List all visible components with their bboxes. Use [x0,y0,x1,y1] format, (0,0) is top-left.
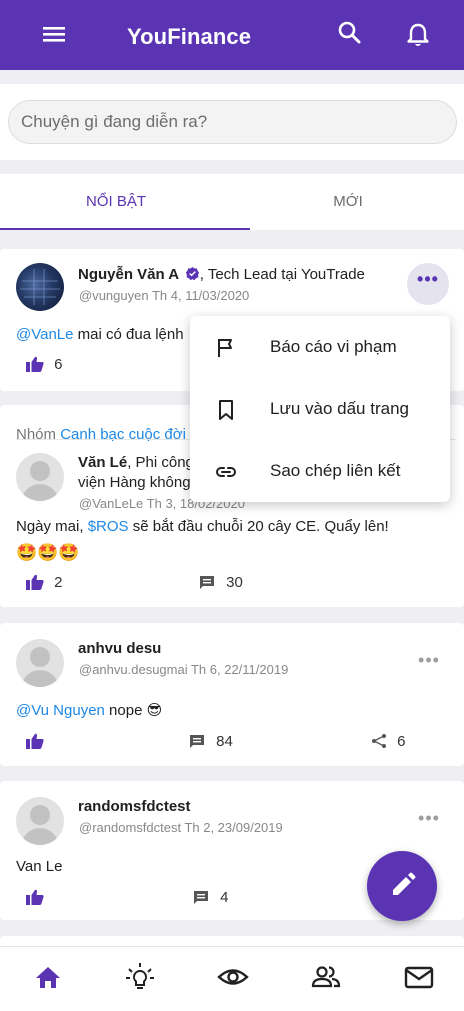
post-text-after: sẽ bắt đầu chuỗi 20 cây CE. Quẩy lên! [128,518,389,535]
notifications-button[interactable] [403,20,433,50]
emoji-row: 🤩🤩🤩 [16,543,80,562]
nav-ideas[interactable] [124,961,156,993]
comment-count: 84 [216,733,233,750]
post-options-menu: Báo cáo vi phạm Lưu vào dấu trang Sao ch… [190,316,450,502]
thumbs-up-icon [26,889,44,905]
post-handle-date: @randomsfdctest Th 2, 23/09/2019 [79,820,283,835]
active-tab-indicator [0,228,250,230]
post-body: @Vu Nguyen nope 😎 [16,701,162,719]
author-name[interactable]: randomsfdctest [78,798,191,815]
more-options-button[interactable]: ••• [414,809,444,831]
compose-post-button[interactable] [367,851,437,921]
comment-icon [200,576,214,589]
thumbs-up-icon [26,733,44,749]
mention-link[interactable]: @Vu Nguyen [16,702,105,719]
share-count: 6 [397,733,406,750]
home-icon [36,967,60,988]
author-role-line2: viện Hàng không [78,474,191,491]
nav-people[interactable] [310,961,342,993]
app-title: YouFinance [127,24,252,49]
post-author[interactable]: Văn Lé, Phi công [78,454,194,471]
like-button[interactable] [26,889,44,906]
group-prefix: Nhóm [16,426,61,443]
feed-tabs: NỔI BẬT MỚI [0,174,464,230]
mail-icon [404,966,434,989]
nav-messages[interactable] [403,961,435,993]
menu-button[interactable] [40,20,70,50]
comment-icon [190,735,204,748]
bottom-navigation [0,946,464,1011]
post-text-before: Ngày mai, [16,518,88,535]
group-link[interactable]: Canh bạc cuộc đời [60,426,186,443]
like-count: 6 [54,356,63,373]
like-button[interactable] [26,733,44,750]
thumbs-up-icon [26,574,44,590]
comment-button[interactable]: 30 [200,574,243,591]
comment-button[interactable]: 4 [194,889,229,906]
post-text: mai có đua lệnh [73,326,184,343]
bookmark-icon [219,400,233,420]
tab-featured[interactable]: NỔI BẬT [0,174,232,230]
author-name: Nguyễn Văn A [78,266,179,283]
nav-home[interactable] [32,961,64,993]
search-button[interactable] [335,18,365,48]
post-body: Van Le [16,858,63,875]
avatar[interactable] [16,639,64,687]
mention-link[interactable]: @VanLe [16,326,74,343]
comment-icon [194,891,208,904]
nav-watchlist[interactable] [217,961,249,993]
author-name: Văn Lé [78,454,128,471]
comment-count: 30 [226,574,243,591]
menu-item-copy-link[interactable]: Sao chép liên kết [190,440,450,502]
post-author[interactable]: Nguyễn Văn A , Tech Lead tại YouTrade [78,266,365,283]
like-button[interactable]: 6 [26,356,63,373]
group-line: Nhóm Canh bạc cuộc đời [16,426,186,443]
verified-badge-icon [185,266,199,281]
avatar-image [20,269,60,305]
menu-icon [43,27,65,42]
composer-input[interactable]: Chuyện gì đang diễn ra? [8,100,457,144]
post-body: @VanLe mai có đua lệnh [16,326,184,343]
eye-icon [217,969,249,985]
share-button[interactable]: 6 [371,733,406,750]
post-text: nope 😎 [104,702,163,719]
people-icon [311,966,341,988]
ticker-link[interactable]: $ROS [88,518,129,535]
post-handle-date: @vunguyen Th 4, 11/03/2020 [79,288,250,303]
comment-count: 4 [220,889,229,906]
more-options-button[interactable]: ••• [414,651,444,673]
share-icon [372,734,386,748]
menu-item-bookmark[interactable]: Lưu vào dấu trang [190,378,450,440]
avatar[interactable] [16,263,64,311]
search-icon [338,21,361,44]
post-body: Ngày mai, $ROS sẽ bắt đầu chuỗi 20 cây C… [16,518,389,535]
like-button[interactable]: 2 [26,574,63,591]
link-icon [216,467,236,477]
bell-icon [407,23,429,46]
avatar[interactable] [16,453,64,501]
menu-item-label: Lưu vào dấu trang [270,399,409,418]
menu-item-label: Sao chép liên kết [270,461,401,480]
more-options-button[interactable]: ••• [407,263,449,305]
flag-icon [218,339,232,357]
top-app-bar: YouFinance [0,0,464,70]
comment-button[interactable]: 84 [190,733,233,750]
author-role: , Tech Lead tại YouTrade [199,266,365,283]
author-role: , Phi công [127,454,194,471]
post-card[interactable]: anhvu desu @anhvu.desugmai Th 6, 22/11/2… [0,623,464,766]
post-composer: Chuyện gì đang diễn ra? [0,84,464,160]
lightbulb-icon [126,963,154,989]
tab-new[interactable]: MỚI [232,174,464,230]
avatar[interactable] [16,797,64,845]
pencil-icon [393,872,416,895]
author-name[interactable]: anhvu desu [78,640,161,657]
post-handle-date: @anhvu.desugmai Th 6, 22/11/2019 [79,662,289,677]
thumbs-up-icon [26,356,44,372]
menu-item-label: Báo cáo vi phạm [270,337,397,356]
like-count: 2 [54,574,63,591]
menu-item-report[interactable]: Báo cáo vi phạm [190,316,450,378]
